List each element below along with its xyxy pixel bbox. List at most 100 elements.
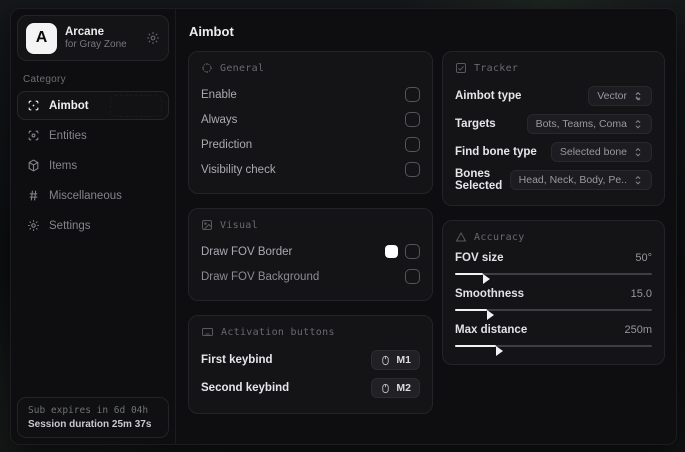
brand-text: Arcane for Gray Zone: [65, 26, 138, 51]
hash-icon: [27, 189, 40, 202]
session-duration-text: Session duration 25m 37s: [28, 419, 152, 430]
slider-thumb[interactable]: [486, 310, 494, 320]
setting-row-prediction: Prediction: [201, 133, 420, 156]
app-name: Arcane: [65, 25, 104, 38]
find-bone-type-dropdown[interactable]: Selected bone: [550, 142, 652, 162]
slider-value: 250m: [624, 324, 652, 336]
setting-label: First keybind: [201, 354, 273, 366]
sidebar-item-entities[interactable]: Entities: [17, 121, 169, 150]
general-card: General Enable Always Prediction Visibil…: [188, 51, 433, 194]
accuracy-card: Accuracy FOV size 50° Smoothness 15.0 Ma…: [442, 220, 665, 365]
card-title: Visual: [220, 219, 258, 231]
sidebar-item-label: Entities: [49, 129, 87, 142]
slider-row-smoothness: Smoothness 15.0: [455, 288, 652, 320]
setting-label: Draw FOV Background: [201, 270, 320, 283]
cube-icon: [27, 159, 40, 172]
draw-fov-background-checkbox[interactable]: [405, 269, 420, 284]
tracker-card: Tracker Aimbot type Vector Targets Bots,…: [442, 51, 665, 206]
sub-expires-text: Sub expires in 6d 04h: [28, 405, 149, 416]
setting-label: Find bone type: [455, 146, 537, 158]
chevrons-up-down-icon: [633, 91, 643, 101]
setting-row-find-bone-type: Find bone type Selected bone: [455, 139, 652, 165]
setting-row-draw-fov-border: Draw FOV Border: [201, 240, 420, 263]
dropdown-value: Vector: [597, 90, 627, 102]
setting-label: Prediction: [201, 138, 253, 151]
slider-value: 50°: [635, 252, 652, 264]
always-checkbox[interactable]: [405, 112, 420, 127]
draw-fov-border-checkbox[interactable]: [405, 244, 420, 259]
chevrons-up-down-icon: [633, 147, 643, 157]
enable-checkbox[interactable]: [405, 87, 420, 102]
dropdown-value: Head, Neck, Body, Pe..: [518, 174, 627, 186]
sidebar-item-miscellaneous[interactable]: Miscellaneous: [17, 181, 169, 210]
keyboard-icon: [201, 326, 214, 338]
setting-row-aimbot-type: Aimbot type Vector: [455, 83, 652, 109]
first-keybind-button[interactable]: M1: [371, 350, 420, 370]
keybind-row-second: Second keybind M2: [201, 375, 420, 401]
aimbot-type-dropdown[interactable]: Vector: [588, 86, 652, 106]
setting-row-visibility-check: Visibility check: [201, 158, 420, 181]
gear-icon[interactable]: [146, 31, 160, 45]
setting-row-draw-fov-background: Draw FOV Background: [201, 265, 420, 288]
activity-icon: [455, 62, 467, 74]
slider-row-max-distance: Max distance 250m: [455, 324, 652, 356]
app-logo: A: [26, 22, 57, 54]
category-label: Category: [23, 74, 66, 85]
visibility-check-checkbox[interactable]: [405, 162, 420, 177]
color-swatch[interactable]: [385, 245, 398, 258]
sidebar-nav: Aimbot Entities Items Miscellaneous Sett…: [17, 91, 169, 240]
slider-label: FOV size: [455, 252, 504, 264]
setting-row-targets: Targets Bots, Teams, Coma: [455, 111, 652, 137]
crosshair-icon: [201, 62, 213, 74]
slider-thumb[interactable]: [482, 274, 490, 284]
slider-thumb[interactable]: [496, 346, 504, 356]
setting-label: Second keybind: [201, 382, 290, 394]
slider-label: Smoothness: [455, 288, 525, 300]
bones-selected-dropdown[interactable]: Head, Neck, Body, Pe..: [509, 170, 652, 190]
setting-row-bones-selected: Bones Selected Head, Neck, Body, Pe..: [455, 167, 652, 193]
sidebar-item-items[interactable]: Items: [17, 151, 169, 180]
smoothness-slider[interactable]: [455, 304, 652, 320]
setting-row-enable: Enable: [201, 83, 420, 106]
chevrons-up-down-icon: [633, 175, 643, 185]
card-title: General: [220, 62, 265, 74]
dropdown-value: Selected bone: [559, 146, 627, 158]
setting-label: Visibility check: [201, 163, 276, 176]
setting-label: Always: [201, 113, 238, 126]
keybind-value: M1: [396, 354, 411, 366]
sidebar-item-settings[interactable]: Settings: [17, 211, 169, 240]
prediction-checkbox[interactable]: [405, 137, 420, 152]
setting-row-always: Always: [201, 108, 420, 131]
sidebar: A Arcane for Gray Zone Category Aimbot E…: [11, 9, 176, 444]
card-title: Activation buttons: [221, 326, 335, 338]
chevrons-up-down-icon: [633, 119, 643, 129]
scan-eye-icon: [27, 129, 40, 142]
max-distance-slider[interactable]: [455, 340, 652, 356]
brand-card: A Arcane for Gray Zone: [17, 15, 169, 61]
sidebar-item-label: Items: [49, 159, 78, 172]
slider-value: 15.0: [630, 288, 652, 300]
mouse-icon: [380, 355, 391, 366]
targets-dropdown[interactable]: Bots, Teams, Coma: [526, 114, 652, 134]
sidebar-item-aimbot[interactable]: Aimbot: [17, 91, 169, 120]
visual-card: Visual Draw FOV Border Draw FOV Backgrou…: [188, 208, 433, 301]
app-window: A Arcane for Gray Zone Category Aimbot E…: [10, 8, 677, 445]
setting-label: Bones Selected: [455, 168, 503, 192]
app-subtitle: for Gray Zone: [65, 38, 127, 50]
activation-buttons-card: Activation buttons First keybind M1 Seco…: [188, 315, 433, 414]
setting-label: Enable: [201, 88, 237, 101]
image-icon: [201, 219, 213, 231]
sidebar-item-label: Settings: [49, 219, 91, 232]
card-title: Accuracy: [474, 231, 525, 243]
setting-label: Targets: [455, 118, 496, 130]
slider-label: Max distance: [455, 324, 528, 336]
fov-size-slider[interactable]: [455, 268, 652, 284]
keybind-value: M2: [396, 382, 411, 394]
subscription-card: Sub expires in 6d 04h Session duration 2…: [17, 397, 169, 438]
setting-label: Aimbot type: [455, 90, 522, 102]
second-keybind-button[interactable]: M2: [371, 378, 420, 398]
page-title: Aimbot: [189, 24, 234, 39]
triangle-icon: [455, 231, 467, 243]
crosshair-icon: [27, 99, 40, 112]
card-title: Tracker: [474, 62, 519, 74]
